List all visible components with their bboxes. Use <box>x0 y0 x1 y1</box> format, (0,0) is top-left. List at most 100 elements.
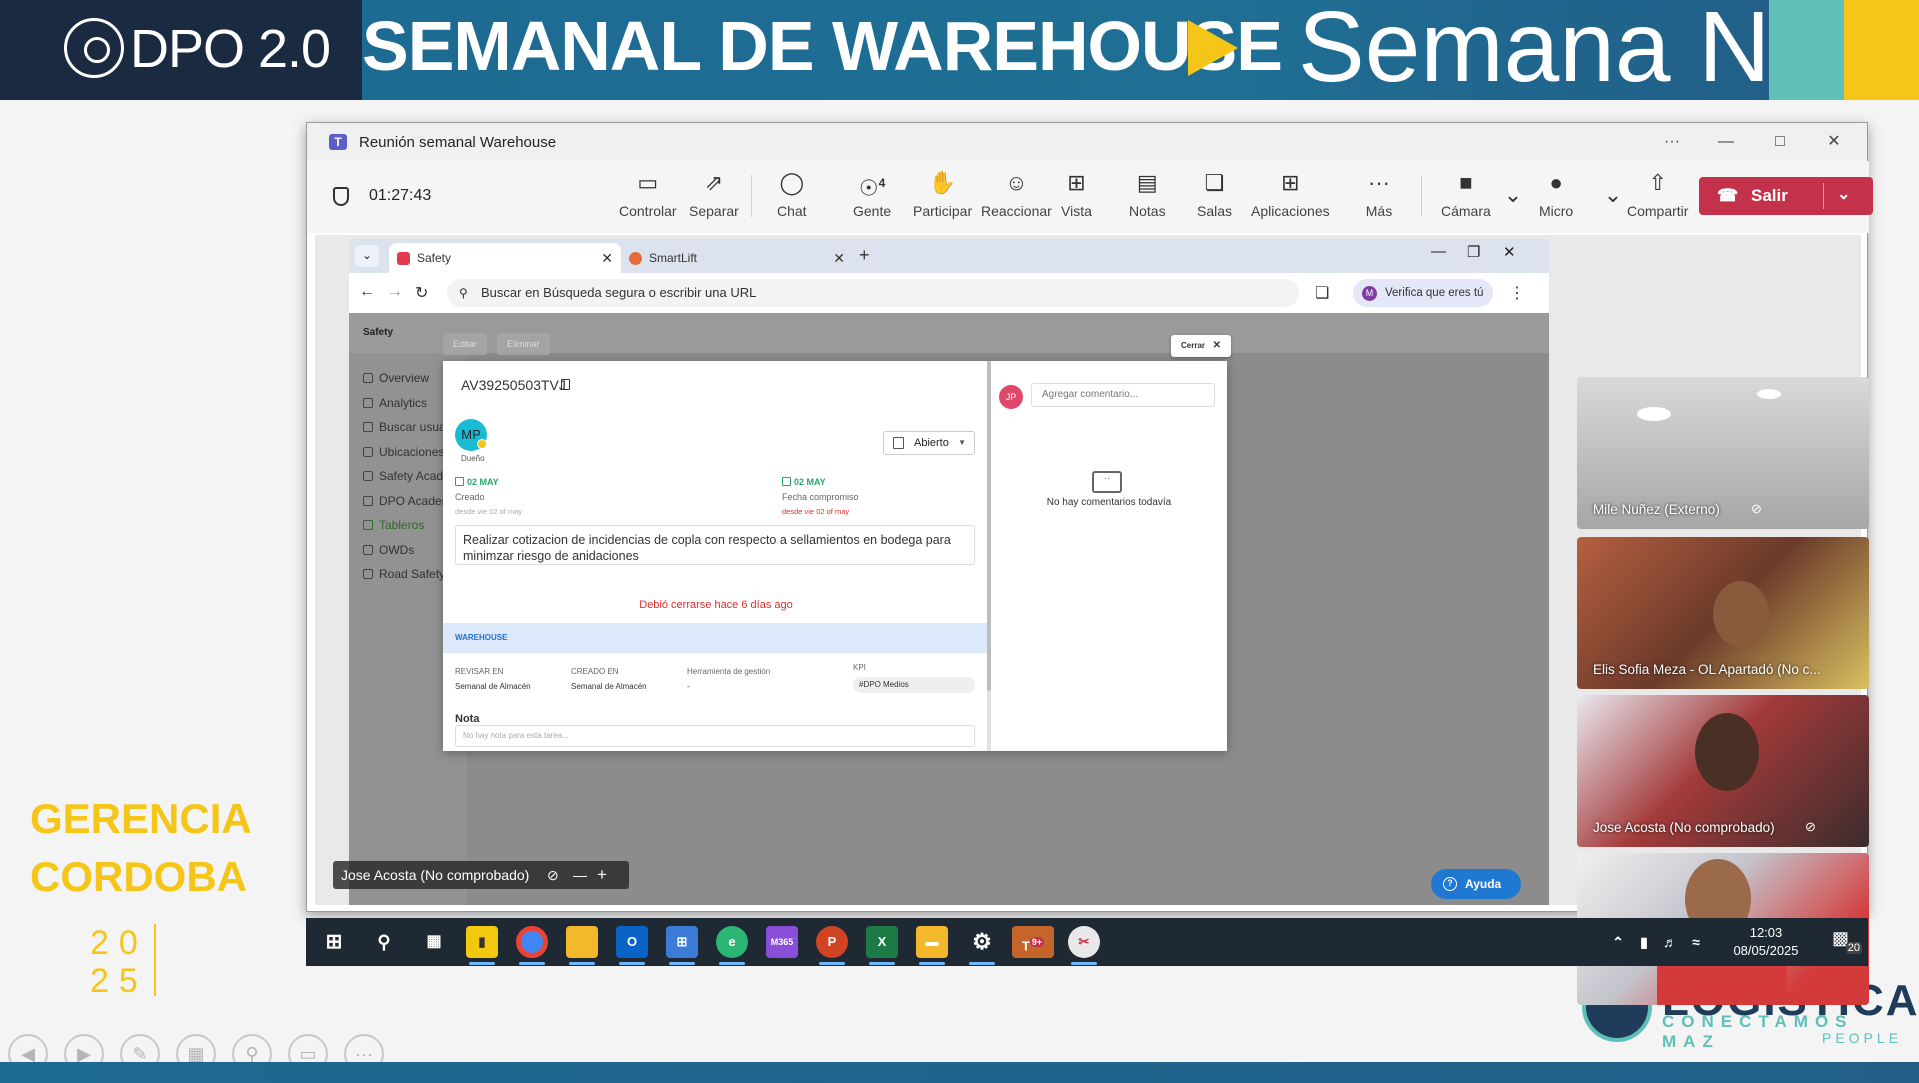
browser-menu-icon[interactable]: ⋮ <box>1509 283 1525 303</box>
created-since: desde vie 02 of may <box>455 507 523 516</box>
chrome-icon[interactable] <box>516 926 548 958</box>
active-indicator <box>1071 962 1097 965</box>
file-explorer-icon[interactable] <box>566 926 598 958</box>
start-icon[interactable]: ⊞ <box>318 926 350 958</box>
task-detail-modal: AV39250503TVJ MP Dueño Abierto ▼ 02 MAY <box>443 361 1227 751</box>
excel-icon[interactable]: X <box>866 926 898 958</box>
slide-title: SEMANAL DE WAREHOUSE <box>362 7 1283 85</box>
chevron-down-icon[interactable]: ⌄ <box>1837 184 1850 204</box>
people-button[interactable]: ☉4 Gente <box>853 169 891 227</box>
new-tab-icon[interactable]: + <box>859 245 870 266</box>
minimize-icon[interactable]: — <box>1431 243 1446 260</box>
app-icon[interactable]: ▬ <box>916 926 948 958</box>
minimize-icon[interactable]: — <box>573 861 587 889</box>
m365-icon[interactable]: M365 <box>766 926 798 958</box>
extensions-icon[interactable]: ❏ <box>1315 283 1329 303</box>
search-icon[interactable]: ⚲ <box>368 926 400 958</box>
comment-input[interactable]: Agregar comentario... <box>1031 383 1215 407</box>
maximize-icon[interactable]: □ <box>1767 131 1793 153</box>
comment-bubble-icon: ·· <box>1092 471 1122 493</box>
popout-button[interactable]: ⇗ Separar <box>689 169 739 227</box>
sidebar-item-analytics[interactable]: Analytics <box>363 396 427 410</box>
forward-arrow-icon[interactable]: → <box>387 283 403 301</box>
mic-button[interactable]: ● Micro <box>1539 169 1573 227</box>
close-tab-icon[interactable]: ✕ <box>833 243 845 273</box>
rooms-button[interactable]: ❏ Salas <box>1197 169 1232 227</box>
close-modal-button[interactable]: Cerrar ✕ <box>1171 335 1231 357</box>
sidebar-item-ubicaciones[interactable]: Ubicaciones <box>363 445 444 459</box>
smartlift-favicon-icon <box>629 252 642 265</box>
ceiling-light <box>1637 407 1671 421</box>
status-icon <box>893 437 904 449</box>
tab-smartlift[interactable]: SmartLift ✕ <box>621 243 853 273</box>
close-tab-icon[interactable]: ✕ <box>601 243 613 273</box>
notes-button[interactable]: ▤ Notas <box>1129 169 1166 227</box>
close-window-icon[interactable]: ✕ <box>1821 131 1847 153</box>
power-bi-icon[interactable]: ▮ <box>466 926 498 958</box>
back-arrow-icon[interactable]: ← <box>359 283 375 301</box>
more-options-icon[interactable]: ··· <box>1659 131 1685 153</box>
control-button[interactable]: ▭ Controlar <box>619 169 677 227</box>
participant-tile[interactable]: Jose Acosta (No comprobado) ⊘ <box>1577 695 1869 847</box>
view-button[interactable]: ⊞ Vista <box>1061 169 1092 227</box>
chat-button[interactable]: ◯ Chat <box>777 169 807 227</box>
camera-button[interactable]: ■ Cámara <box>1441 169 1491 227</box>
owner-badge-icon <box>477 439 487 449</box>
delete-button[interactable]: Eliminar <box>497 333 550 355</box>
edge-icon[interactable]: e <box>716 926 748 958</box>
verify-identity-button[interactable]: M Verifica que eres tú <box>1353 279 1493 307</box>
snipping-icon[interactable]: ✂ <box>1068 926 1100 958</box>
teams-icon[interactable]: T 9+ <box>1012 926 1054 958</box>
note-input[interactable]: No hay nota para esta tarea... <box>455 725 975 747</box>
status-dropdown[interactable]: Abierto ▼ <box>883 431 975 455</box>
close-window-icon[interactable]: ✕ <box>1503 243 1516 261</box>
more-icon: ··· <box>1368 170 1390 195</box>
clock-date: 08/05/2025 <box>1733 943 1799 958</box>
sidebar-item-overview[interactable]: Overview <box>363 371 429 385</box>
overview-icon <box>363 373 373 383</box>
react-button[interactable]: ☺ Reaccionar <box>981 169 1052 227</box>
more-button[interactable]: ··· Más <box>1365 169 1393 227</box>
presenter-name: Jose Acosta (No comprobado) <box>341 867 530 883</box>
comments-panel: JP Agregar comentario... ·· No hay comen… <box>991 361 1227 751</box>
people-label: Gente <box>853 203 892 219</box>
share-button[interactable]: ⇧ Compartir <box>1627 169 1688 227</box>
tab-list-chevron-icon[interactable]: ⌄ <box>355 245 379 267</box>
participant-tile[interactable]: Mile Nuñez (Externo) ⊘ <box>1577 377 1869 529</box>
powerpoint-icon[interactable]: P <box>816 926 848 958</box>
wifi-icon[interactable]: ≈ <box>1680 926 1712 958</box>
outlook-icon[interactable]: O <box>616 926 648 958</box>
app-grid-icon[interactable]: ⊞ <box>666 926 698 958</box>
dpo-logo-icon <box>64 18 124 78</box>
reload-icon[interactable]: ↻ <box>415 283 428 303</box>
minimize-icon[interactable]: — <box>1713 131 1739 153</box>
react-icon: ☺ <box>1005 170 1028 195</box>
mic-options-chevron-icon[interactable]: ⌄ <box>1599 181 1627 239</box>
leave-button[interactable]: ☎ Salir ⌄ <box>1699 177 1873 215</box>
sidebar-item-road-safety[interactable]: Road Safety <box>363 567 445 581</box>
apps-button[interactable]: ⊞ Aplicaciones <box>1251 169 1330 227</box>
settings-icon[interactable]: ⚙ <box>966 926 998 958</box>
edit-button[interactable]: Editar <box>443 333 487 355</box>
sidebar-item-owds[interactable]: OWDs <box>363 543 414 557</box>
notification-icon[interactable]: ▩ 20 <box>1832 928 1862 954</box>
no-comments-text: No hay comentarios todavía <box>1046 497 1172 508</box>
restore-icon[interactable]: ❐ <box>1467 243 1480 261</box>
created-label: Creado <box>455 492 485 502</box>
add-icon[interactable]: + <box>597 861 607 889</box>
raise-hand-button[interactable]: ✋ Participar <box>913 169 972 227</box>
help-button[interactable]: ? Ayuda <box>1431 869 1521 899</box>
camera-options-chevron-icon[interactable]: ⌄ <box>1499 181 1527 239</box>
banner-accent-yellow <box>1844 0 1919 100</box>
sidebar-item-tableros[interactable]: Tableros <box>363 518 424 532</box>
url-input[interactable]: ⚲ Buscar en Búsqueda segura o escribir u… <box>447 279 1299 307</box>
copy-icon[interactable] <box>561 379 570 390</box>
system-clock[interactable]: 12:03 08/05/2025 <box>1726 924 1806 960</box>
participant-tile[interactable]: Elis Sofia Meza - OL Apartadó (No c... <box>1577 537 1869 689</box>
gerencia-label: GERENCIA CORDOBA <box>30 790 252 906</box>
search-user-icon <box>363 422 373 432</box>
popout-icon: ⇗ <box>704 170 724 195</box>
tab-safety[interactable]: Safety ✕ <box>389 243 621 273</box>
tab-label: Safety <box>417 251 452 265</box>
task-view-icon[interactable]: ▦ <box>418 926 450 958</box>
